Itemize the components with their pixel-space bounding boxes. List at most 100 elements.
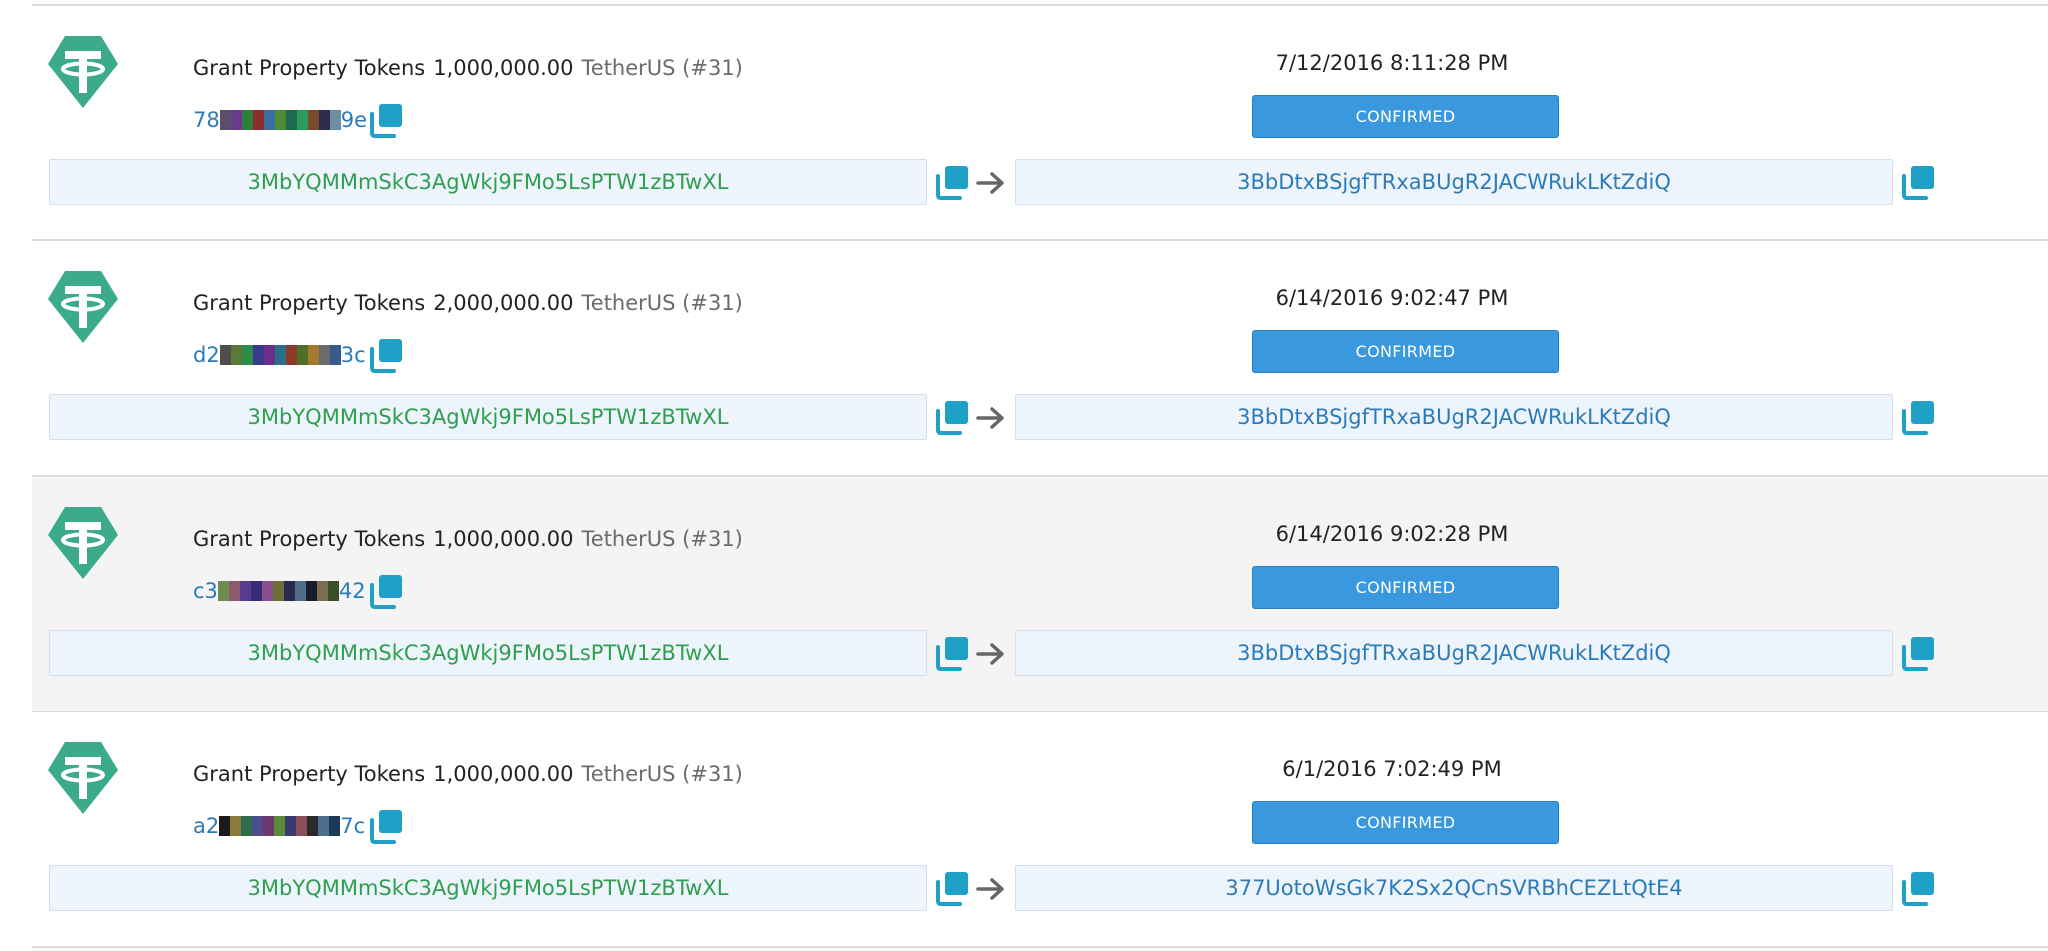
copy-icon xyxy=(370,104,402,138)
hash-swatch xyxy=(263,345,275,365)
arrow-right-icon xyxy=(976,643,1004,665)
copy-to-address-button[interactable] xyxy=(1899,163,1937,201)
hash-swatch xyxy=(283,581,295,601)
hash-swatch xyxy=(318,345,330,365)
arrow-right-icon xyxy=(976,407,1004,429)
transaction-title: Grant Property Tokens 1,000,000.00 TetherU… xyxy=(193,762,743,786)
hash-swatch xyxy=(219,816,231,836)
transaction-datetime: 6/14/2016 9:02:28 PM xyxy=(1275,522,1509,546)
hash-swatch xyxy=(307,345,319,365)
copy-from-address-button[interactable] xyxy=(933,869,971,907)
transaction-hash-link[interactable]: d2 3c xyxy=(193,341,366,369)
transaction-hash-link[interactable]: a2 7c xyxy=(193,812,365,840)
hash-prefix: c3 xyxy=(193,579,218,603)
arrow-right-icon xyxy=(976,172,1004,194)
copy-icon xyxy=(936,872,968,906)
hash-swatch xyxy=(228,581,240,601)
hash-swatch xyxy=(296,345,308,365)
hash-swatch xyxy=(261,581,273,601)
from-address-link[interactable]: 3MbYQMMmSkC3AgWkj9FMo5LsPTW1zBTwXL xyxy=(49,394,927,440)
hash-swatch xyxy=(285,110,297,130)
hash-swatch xyxy=(241,110,253,130)
hash-prefix: a2 xyxy=(193,814,220,838)
hash-swatch xyxy=(272,581,284,601)
hash-swatch xyxy=(239,581,251,601)
copy-to-address-button[interactable] xyxy=(1899,398,1937,436)
property-link[interactable]: TetherUS (#31) xyxy=(582,291,743,315)
transaction-row: Grant Property Tokens 2,000,000.00 TetherU… xyxy=(32,241,2048,475)
status-badge[interactable]: CONFIRMED xyxy=(1252,566,1559,609)
hash-prefix: 78 xyxy=(193,108,220,132)
hash-swatch xyxy=(274,345,286,365)
transaction-amount: 1,000,000.00 xyxy=(433,762,574,786)
hash-swatch xyxy=(329,816,341,836)
hash-swatch xyxy=(305,581,317,601)
hash-swatch xyxy=(219,345,231,365)
transaction-datetime: 7/12/2016 8:11:28 PM xyxy=(1275,51,1509,75)
transaction-hash-link[interactable]: c3 42 xyxy=(193,577,366,605)
hash-swatch xyxy=(329,110,341,130)
copy-hash-button[interactable] xyxy=(367,101,405,139)
hash-prefix: d2 xyxy=(193,343,220,367)
hash-swatch xyxy=(230,816,242,836)
status-badge[interactable]: CONFIRMED xyxy=(1252,330,1559,373)
copy-from-address-button[interactable] xyxy=(933,398,971,436)
copy-hash-button[interactable] xyxy=(367,336,405,374)
copy-icon xyxy=(1902,872,1934,906)
hash-swatch xyxy=(230,110,242,130)
transaction-type: Grant Property Tokens xyxy=(193,56,426,80)
property-link[interactable]: TetherUS (#31) xyxy=(582,56,743,80)
to-address-link[interactable]: 377UotoWsGk7K2Sx2QCnSVRBhCEZLtQtE4 xyxy=(1015,865,1893,911)
copy-icon xyxy=(1902,166,1934,200)
copy-from-address-button[interactable] xyxy=(933,163,971,201)
copy-icon xyxy=(936,401,968,435)
hash-swatch xyxy=(285,816,297,836)
tether-logo-icon xyxy=(48,36,118,108)
hash-swatch xyxy=(263,816,275,836)
from-address-link[interactable]: 3MbYQMMmSkC3AgWkj9FMo5LsPTW1zBTwXL xyxy=(49,159,927,205)
transaction-title: Grant Property Tokens 2,000,000.00 TetherU… xyxy=(193,291,743,315)
to-address-link[interactable]: 3BbDtxBSjgfTRxaBUgR2JACWRukLKtZdiQ xyxy=(1015,630,1893,676)
to-address-link[interactable]: 3BbDtxBSjgfTRxaBUgR2JACWRukLKtZdiQ xyxy=(1015,394,1893,440)
transaction-row: Grant Property Tokens 1,000,000.00 TetherU… xyxy=(32,6,2048,240)
copy-hash-button[interactable] xyxy=(367,807,405,845)
to-address-link[interactable]: 3BbDtxBSjgfTRxaBUgR2JACWRukLKtZdiQ xyxy=(1015,159,1893,205)
property-link[interactable]: TetherUS (#31) xyxy=(582,527,743,551)
tether-logo-icon xyxy=(48,271,118,343)
transaction-type: Grant Property Tokens xyxy=(193,291,426,315)
from-address-link[interactable]: 3MbYQMMmSkC3AgWkj9FMo5LsPTW1zBTwXL xyxy=(49,630,927,676)
hash-swatch xyxy=(230,345,242,365)
tether-logo-icon xyxy=(48,507,118,579)
copy-to-address-button[interactable] xyxy=(1899,869,1937,907)
copy-icon xyxy=(370,339,402,373)
transaction-datetime: 6/1/2016 7:02:49 PM xyxy=(1282,757,1502,781)
copy-icon xyxy=(370,575,402,609)
property-link[interactable]: TetherUS (#31) xyxy=(582,762,743,786)
status-badge[interactable]: CONFIRMED xyxy=(1252,95,1559,138)
status-badge[interactable]: CONFIRMED xyxy=(1252,801,1559,844)
transaction-amount: 2,000,000.00 xyxy=(433,291,574,315)
copy-icon xyxy=(1902,637,1934,671)
hash-swatch xyxy=(252,110,264,130)
hash-swatch xyxy=(217,581,229,601)
hash-swatch xyxy=(274,816,286,836)
hash-suffix: 42 xyxy=(338,579,366,603)
hash-suffix: 3c xyxy=(340,343,366,367)
hash-swatch xyxy=(252,816,264,836)
transaction-hash-link[interactable]: 78 9e xyxy=(193,106,367,134)
transaction-row: Grant Property Tokens 1,000,000.00 TetherU… xyxy=(32,712,2048,946)
copy-hash-button[interactable] xyxy=(367,572,405,610)
hash-swatch xyxy=(274,110,286,130)
copy-icon xyxy=(936,166,968,200)
hash-swatch xyxy=(250,581,262,601)
copy-icon xyxy=(1902,401,1934,435)
copy-to-address-button[interactable] xyxy=(1899,634,1937,672)
hash-swatch xyxy=(241,816,253,836)
transaction-datetime: 6/14/2016 9:02:47 PM xyxy=(1275,286,1509,310)
hash-swatch xyxy=(294,581,306,601)
hash-swatch xyxy=(316,581,328,601)
from-address-link[interactable]: 3MbYQMMmSkC3AgWkj9FMo5LsPTW1zBTwXL xyxy=(49,865,927,911)
arrow-right-icon xyxy=(976,878,1004,900)
copy-from-address-button[interactable] xyxy=(933,634,971,672)
hash-swatch xyxy=(318,110,330,130)
